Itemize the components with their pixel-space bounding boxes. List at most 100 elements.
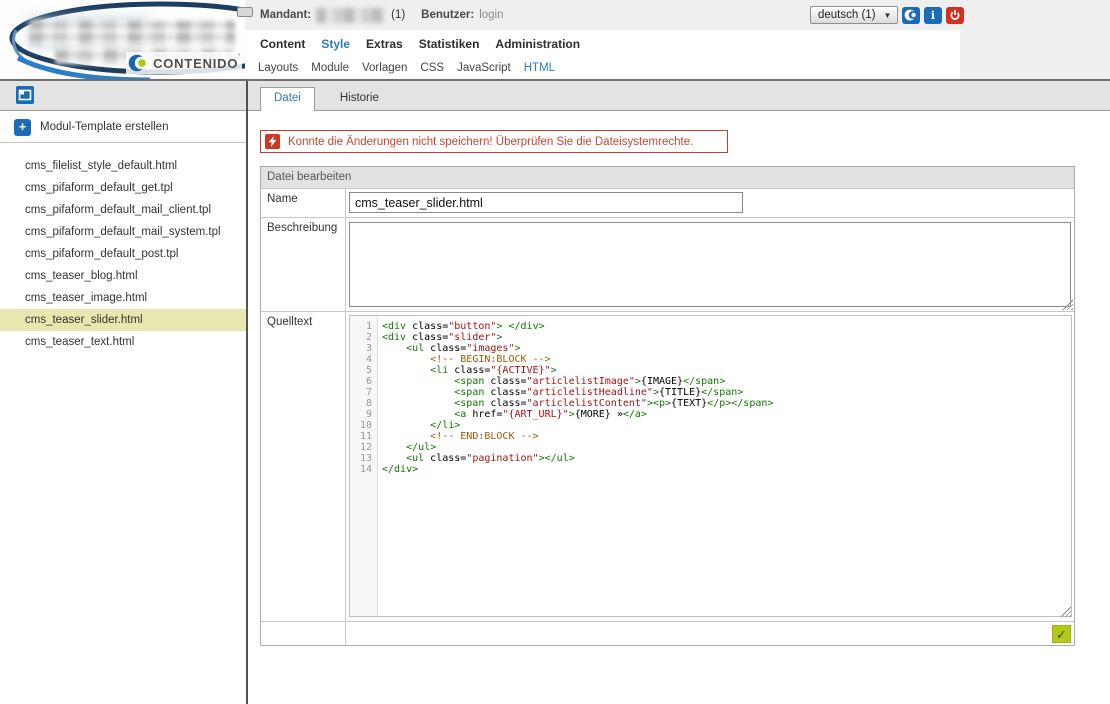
code-line: <span class="articlelistHeadline">{TITLE…	[382, 387, 1071, 398]
language-select[interactable]: deutsch (1) ▼	[810, 6, 898, 24]
save-button[interactable]: ✓	[1052, 625, 1071, 643]
line-number: 10	[350, 420, 372, 431]
contenido-wordmark: CONTENIDO'	[126, 52, 242, 74]
header-controls: deutsch (1) ▼ i	[810, 6, 964, 24]
subnav-item-css[interactable]: CSS	[420, 62, 444, 74]
line-number: 6	[350, 376, 372, 387]
file-item[interactable]: cms_pifaform_default_get.tpl	[0, 177, 246, 199]
code-line: </div>	[382, 464, 1071, 475]
nav-item-style[interactable]: Style	[321, 37, 350, 51]
brand-trademark: '	[238, 52, 240, 62]
frame-layout-icon[interactable]	[16, 86, 34, 104]
info-button[interactable]: i	[924, 7, 942, 24]
code-line: <div class="slider">	[382, 332, 1071, 343]
line-number: 13	[350, 453, 372, 464]
plus-icon: +	[14, 119, 31, 136]
line-number: 11	[350, 431, 372, 442]
line-number: 12	[350, 442, 372, 453]
code-line: <!-- END:BLOCK -->	[382, 431, 1071, 442]
subnav-item-html[interactable]: HTML	[524, 62, 555, 74]
nav-panel: Content Style Extras Statistiken Administrat…	[245, 30, 960, 79]
file-item[interactable]: cms_pifaform_default_mail_client.tpl	[0, 199, 246, 221]
description-label: Beschreibung	[261, 218, 346, 311]
subnav-item-vorlagen[interactable]: Vorlagen	[362, 62, 407, 74]
logout-button[interactable]	[946, 7, 964, 24]
file-item[interactable]: cms_filelist_style_default.html	[0, 155, 246, 177]
create-module-template-button[interactable]: + Modul-Template erstellen	[0, 112, 246, 143]
file-item[interactable]: cms_pifaform_default_post.tpl	[0, 243, 246, 265]
line-number: 14	[350, 464, 372, 475]
nav-item-administration[interactable]: Administration	[495, 37, 580, 51]
file-item[interactable]: cms_teaser_blog.html	[0, 265, 246, 287]
benutzer-label: Benutzer:	[421, 9, 474, 21]
description-row: Beschreibung	[261, 217, 1074, 311]
file-item[interactable]: cms_teaser_image.html	[0, 287, 246, 309]
create-module-template-label: Modul-Template erstellen	[40, 121, 168, 133]
tab-historie[interactable]: Historie	[327, 88, 392, 111]
nav-item-statistiken[interactable]: Statistiken	[419, 37, 480, 51]
action-label-cell	[261, 622, 346, 645]
line-numbers: 1234567891011121314	[350, 316, 378, 616]
line-number: 2	[350, 332, 372, 343]
name-label: Name	[261, 189, 346, 217]
file-item[interactable]: cms_teaser_slider.html	[0, 309, 246, 331]
description-textarea[interactable]	[349, 222, 1071, 307]
source-label: Quelltext	[261, 312, 346, 621]
form-title: Datei bearbeiten	[261, 167, 1074, 188]
error-banner: Konnte die Änderungen nicht speichern! Ü…	[260, 130, 728, 153]
error-message: Konnte die Änderungen nicht speichern! Ü…	[280, 136, 693, 148]
chevron-down-icon: ▼	[884, 11, 892, 20]
mandant-count: (1)	[391, 9, 405, 21]
error-flash-icon	[265, 134, 280, 149]
power-icon	[949, 9, 961, 21]
code-line: </li>	[382, 420, 1071, 431]
code-line: <span class="articlelistContent"><p>{TEX…	[382, 398, 1071, 409]
code-line: <div class="button"> </div>	[382, 321, 1071, 332]
name-input[interactable]	[349, 192, 743, 213]
benutzer-value: login	[479, 9, 503, 21]
code-editor[interactable]: 1234567891011121314 <div class="button">…	[349, 315, 1072, 617]
brand-text: CONTENIDO	[153, 56, 238, 71]
code-line: <li class="{ACTIVE}">	[382, 365, 1071, 376]
info-icon: i	[931, 9, 935, 22]
code-line: <a href="{ART_URL}">{MORE} »</a>	[382, 409, 1071, 420]
code-line: <ul class="pagination"></ul>	[382, 453, 1071, 464]
language-select-value: deutsch (1)	[818, 9, 876, 21]
tab-datei[interactable]: Datei	[260, 87, 315, 111]
session-info: Mandant: (1) Benutzer: login	[260, 0, 504, 30]
nav-item-content[interactable]: Content	[260, 37, 305, 51]
main-nav: Content Style Extras Statistiken Administrat…	[260, 37, 580, 51]
code-line: <!-- BEGIN:BLOCK -->	[382, 354, 1071, 365]
checkmark-icon: ✓	[1056, 628, 1067, 641]
splitter-collapse-handle[interactable]	[237, 7, 253, 17]
line-number: 5	[350, 365, 372, 376]
subnav-item-layouts[interactable]: Layouts	[258, 62, 298, 74]
client-logo-blurred	[30, 20, 235, 46]
subnav-item-javascript[interactable]: JavaScript	[457, 62, 511, 74]
main-content: Konnte die Änderungen nicht speichern! Ü…	[248, 112, 1110, 704]
file-list: cms_filelist_style_default.htmlcms_pifaf…	[0, 155, 246, 353]
contenido-home-button[interactable]	[902, 7, 920, 24]
toolbar-band: Datei Historie	[0, 81, 1110, 111]
file-item[interactable]: cms_teaser_text.html	[0, 331, 246, 353]
source-row: Quelltext 1234567891011121314 <div class…	[261, 311, 1074, 621]
file-item[interactable]: cms_pifaform_default_mail_system.tpl	[0, 221, 246, 243]
code-line: <ul class="images">	[382, 343, 1071, 354]
line-number: 4	[350, 354, 372, 365]
line-number: 3	[350, 343, 372, 354]
line-number: 8	[350, 398, 372, 409]
header: Mandant: (1) Benutzer: login deutsch (1)…	[0, 0, 1110, 79]
logo-panel: CONTENIDO'	[0, 0, 245, 79]
sub-nav: Layouts Module Vorlagen CSS JavaScript HTML	[258, 62, 555, 74]
contenido-mini-logo-icon	[904, 8, 918, 22]
mandant-label: Mandant:	[260, 9, 311, 21]
line-number: 7	[350, 387, 372, 398]
sidebar: + Modul-Template erstellen cms_filelist_…	[0, 112, 246, 704]
splitter[interactable]	[246, 81, 248, 704]
subnav-item-module[interactable]: Module	[311, 62, 349, 74]
nav-item-extras[interactable]: Extras	[366, 37, 403, 51]
code-area[interactable]: <div class="button"> </div><div class="s…	[378, 316, 1071, 616]
name-row: Name	[261, 188, 1074, 217]
line-number: 9	[350, 409, 372, 420]
code-line: <span class="articlelistImage">{IMAGE}</…	[382, 376, 1071, 387]
